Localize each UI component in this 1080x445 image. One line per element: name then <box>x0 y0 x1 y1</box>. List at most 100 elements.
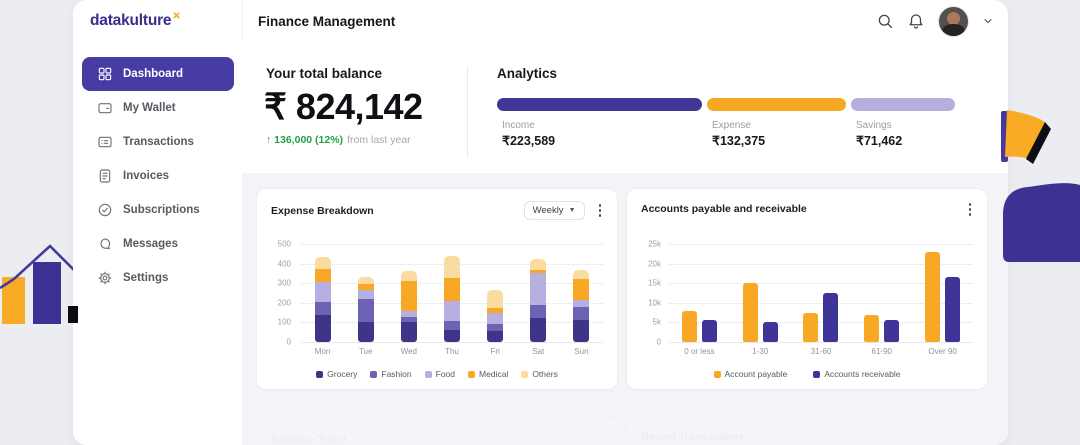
x-tick-label: 61-90 <box>871 347 893 356</box>
balance-change-value: ↑ 136,000 (12%) <box>266 134 344 146</box>
bar-group-mon <box>301 256 344 342</box>
bell-icon[interactable] <box>907 12 925 30</box>
card-title: Accounts payable and receivable <box>641 203 807 216</box>
stacked-bar <box>530 258 547 342</box>
card-header: Accounts payable and receivable <box>627 189 987 218</box>
sidebar-item-invoices[interactable]: Invoices <box>82 159 234 193</box>
wallet-icon <box>98 103 112 114</box>
bar-segment-food <box>314 282 331 302</box>
stacked-bar <box>357 277 374 342</box>
kebab-menu-icon[interactable] <box>595 202 606 219</box>
bar-group-sat <box>517 258 560 342</box>
period-selector[interactable]: Weekly ▼ <box>523 201 585 220</box>
bar-segment-others <box>573 270 590 280</box>
expense-breakdown-card: Expense Breakdown Weekly ▼ 500 400 300 200 10… <box>256 188 618 390</box>
x-tick-label: 0 or less <box>684 347 715 356</box>
legend-label: Account payable <box>724 369 788 379</box>
revenue-trend-card: Revenue Trend <box>256 416 618 445</box>
sidebar-item-dashboard[interactable]: Dashboard <box>82 57 234 91</box>
y-tick-label: 300 <box>277 278 291 288</box>
bar-group-0-or-less <box>669 310 730 342</box>
chart-plot <box>301 244 603 343</box>
legend-label: Food <box>435 369 456 379</box>
chevron-down-icon[interactable] <box>982 15 994 27</box>
sidebar-item-subscriptions[interactable]: Subscriptions <box>82 193 234 227</box>
x-tick-label: 31-60 <box>810 347 832 356</box>
stacked-bar <box>400 271 417 342</box>
header-actions <box>876 5 994 37</box>
app-window: datakulture✕ Dashboard My Wallet Transacti… <box>73 0 1008 445</box>
y-tick-label: 25k <box>648 239 661 249</box>
bar-group-wed <box>387 271 430 342</box>
chart-legend: Grocery Fashion Food Medical Others <box>257 369 617 379</box>
metric-income: Income ₹223,589 <box>497 98 702 148</box>
sidebar-item-label: Dashboard <box>123 68 184 80</box>
card-title: Revenue Trend <box>271 433 347 445</box>
y-tick-label: 0 <box>286 337 291 347</box>
faded-period-selector[interactable] <box>485 431 605 445</box>
kebab-menu-icon[interactable] <box>965 201 976 218</box>
brand-name: datakulture <box>90 12 172 30</box>
legend-label: Fashion <box>381 369 412 379</box>
sidebar-nav: Dashboard My Wallet Transactions Invoices Su… <box>73 57 242 295</box>
sidebar-item-transactions[interactable]: Transactions <box>82 125 234 159</box>
bar-segment-medical <box>573 279 590 300</box>
legend-swatch <box>424 370 432 378</box>
legend-swatch <box>521 370 529 378</box>
gridline <box>669 342 973 343</box>
avatar-head <box>947 11 960 25</box>
balance-value: 824,142 <box>295 86 423 127</box>
sidebar: datakulture✕ Dashboard My Wallet Transacti… <box>73 0 243 445</box>
analytics-title: Analytics <box>497 66 558 81</box>
bar-group-thu <box>430 255 473 342</box>
metric-value: ₹132,375 <box>712 134 766 148</box>
bar-segment-food <box>530 273 547 305</box>
screen: datakulture✕ Dashboard My Wallet Transacti… <box>0 0 1080 445</box>
stacked-bar <box>573 270 590 342</box>
bar-segment-grocery <box>357 322 374 342</box>
sidebar-item-settings[interactable]: Settings <box>82 261 234 295</box>
caret-down-icon: ▼ <box>568 207 576 214</box>
stacked-bar <box>314 256 331 342</box>
stacked-bar <box>487 290 504 342</box>
metric-expense: Expense ₹132,375 <box>707 98 846 148</box>
dashboard-grid-icon <box>98 67 112 81</box>
x-tick-label: Tue <box>358 347 373 356</box>
avatar[interactable] <box>938 5 969 37</box>
bar-segment-fashion <box>573 306 590 321</box>
bar-group-fri <box>474 290 517 342</box>
sidebar-item-label: Transactions <box>123 136 194 148</box>
bar-segment-fashion <box>314 301 331 315</box>
sidebar-item-my-wallet[interactable]: My Wallet <box>82 91 234 125</box>
bar-group-31-60 <box>791 293 852 342</box>
bar-group-sun <box>560 270 603 342</box>
search-icon[interactable] <box>876 12 894 30</box>
bar-segment-grocery <box>314 314 331 342</box>
chart-legend: Account payable Accounts receivable <box>627 369 987 379</box>
y-tick-label: 15k <box>648 278 661 288</box>
bar-accounts-receivable <box>823 293 839 342</box>
legend-label: Medical <box>479 369 509 379</box>
bar-columns <box>301 244 603 342</box>
sidebar-item-label: Settings <box>123 272 169 284</box>
bar-group-1-30 <box>730 283 791 342</box>
legend-swatch <box>370 370 378 378</box>
bar-segment-others <box>443 255 460 279</box>
legend-item-food: Food <box>424 369 456 379</box>
legend-swatch <box>316 370 324 378</box>
brand-logo[interactable]: datakulture✕ <box>90 11 181 30</box>
y-tick-label: 200 <box>277 298 291 308</box>
metric-value: ₹223,589 <box>502 134 556 148</box>
y-tick-label: 500 <box>277 239 291 249</box>
analytics-metrics: Income ₹223,589 Expense ₹132,375 Savings ₹71,… <box>497 98 955 148</box>
sidebar-item-messages[interactable]: Messages <box>82 227 234 261</box>
legend-label: Grocery <box>327 369 358 379</box>
x-tick-label: Thu <box>445 347 459 356</box>
metric-bar <box>707 98 846 111</box>
card-header: Expense Breakdown Weekly ▼ <box>257 189 617 220</box>
bar-segment-grocery <box>400 322 417 342</box>
stacked-bar <box>443 255 460 342</box>
bar-segment-medical <box>400 281 417 311</box>
bar-segment-grocery <box>530 317 547 342</box>
sidebar-item-label: Messages <box>123 238 178 250</box>
